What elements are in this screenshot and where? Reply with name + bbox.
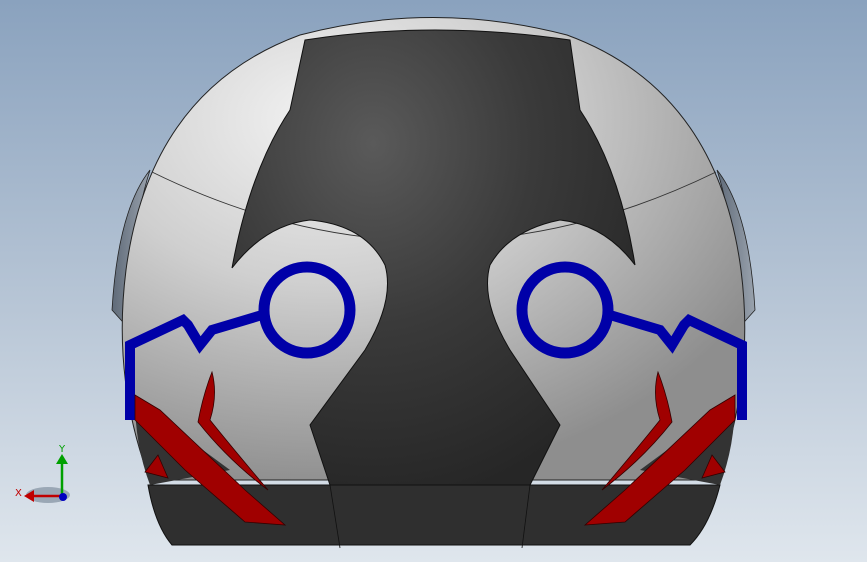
view-orientation-triad: Y X (15, 444, 70, 503)
triad-y-arrowhead (56, 454, 68, 464)
helmet-model[interactable] (0, 0, 867, 562)
graphics-viewport[interactable]: Y X (0, 0, 867, 562)
triad-x-label: X (15, 488, 22, 499)
triad-y-label: Y (58, 444, 66, 455)
triad-z-axis (59, 493, 67, 501)
